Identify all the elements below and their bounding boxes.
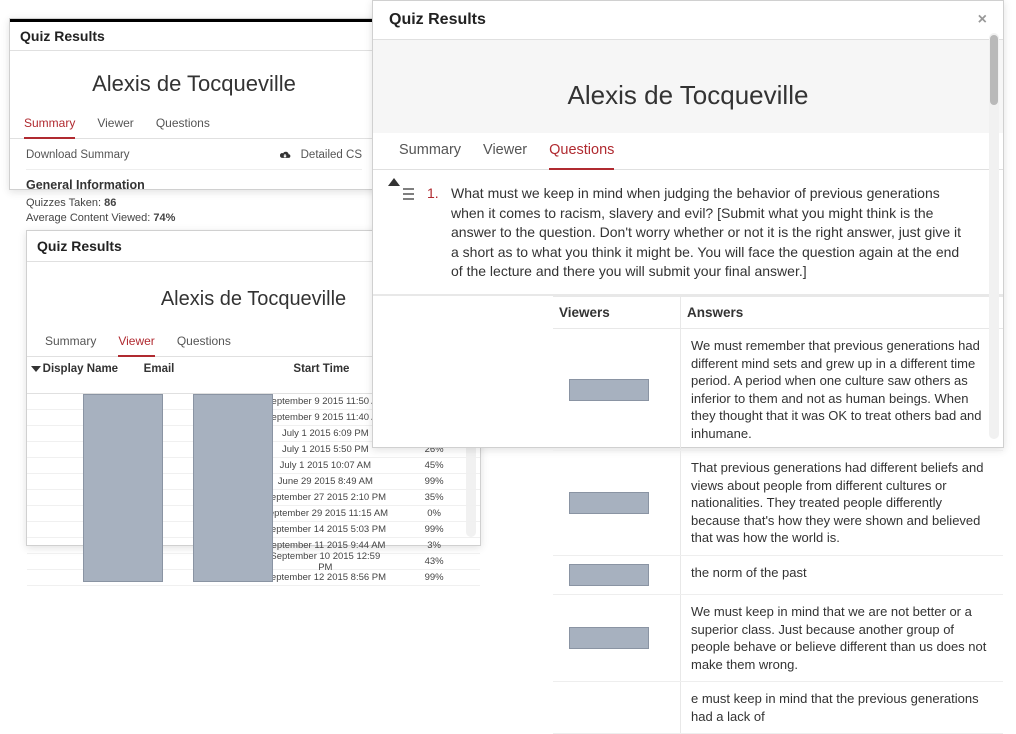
person-name: Alexis de Tocqueville bbox=[10, 51, 378, 109]
cell-start-time: July 1 2015 5:50 PM bbox=[262, 444, 388, 455]
cell-start-time: September 9 2015 11:50 AM bbox=[262, 396, 388, 407]
tab-questions[interactable]: Questions bbox=[549, 134, 614, 170]
tab-viewer[interactable]: Viewer bbox=[118, 328, 154, 357]
tab-questions[interactable]: Questions bbox=[156, 110, 210, 139]
quizzes-taken-value: 86 bbox=[104, 197, 116, 209]
col-header-email[interactable]: Email bbox=[144, 363, 261, 387]
person-name: Alexis de Tocqueville bbox=[373, 40, 1003, 133]
redacted-viewer-tag bbox=[569, 627, 649, 649]
question-text: What must we keep in mind when judging t… bbox=[451, 184, 967, 282]
close-icon[interactable]: × bbox=[978, 11, 987, 29]
panel-title: Quiz Results bbox=[20, 28, 105, 44]
quiz-results-questions-panel: Quiz Results × Alexis de Tocqueville Sum… bbox=[372, 0, 1004, 448]
avg-content-value: 74% bbox=[153, 212, 175, 224]
cell-start-time: September 14 2015 5:03 PM bbox=[262, 524, 388, 535]
question-number: 1. bbox=[427, 184, 441, 204]
cell-start-time: June 29 2015 8:49 AM bbox=[262, 476, 388, 487]
redacted-viewer-tag bbox=[569, 564, 649, 586]
answer-text: e must keep in mind that the previous ge… bbox=[681, 682, 1003, 733]
col-header-viewers: Viewers bbox=[553, 296, 681, 329]
download-summary-link[interactable]: Download Summary bbox=[26, 149, 130, 161]
cell-start-time: September 11 2015 9:44 AM bbox=[262, 540, 388, 551]
viewer-cell bbox=[553, 329, 681, 450]
cell-start-time: September 12 2015 8:56 PM bbox=[262, 572, 388, 583]
avg-content-label: Average Content Viewed: bbox=[26, 212, 150, 224]
sort-arrow-icon[interactable] bbox=[31, 363, 43, 387]
answer-row: We must keep in mind that we are not bet… bbox=[553, 595, 1003, 682]
redacted-email-bar bbox=[193, 394, 273, 582]
answer-row: We must remember that previous generatio… bbox=[553, 329, 1003, 451]
answers-header-area: Viewers Answers bbox=[373, 295, 1003, 329]
viewer-cell bbox=[553, 451, 681, 555]
tab-summary[interactable]: Summary bbox=[45, 328, 96, 357]
list-icon bbox=[399, 184, 417, 206]
answer-row: That previous generations had different … bbox=[553, 451, 1003, 556]
tab-summary[interactable]: Summary bbox=[24, 110, 75, 139]
tab-summary[interactable]: Summary bbox=[399, 134, 461, 170]
redacted-display-name-bar bbox=[83, 394, 163, 582]
scrollbar[interactable] bbox=[989, 33, 999, 439]
redacted-viewer-tag bbox=[569, 379, 649, 401]
tab-bar: Summary Viewer Questions bbox=[10, 109, 378, 139]
cell-start-time: September 27 2015 2:10 PM bbox=[262, 492, 388, 503]
quiz-results-summary-panel: Quiz Results Alexis de Tocqueville Summa… bbox=[9, 18, 379, 190]
col-header-start-time[interactable]: Start Time bbox=[260, 363, 382, 387]
tab-viewer[interactable]: Viewer bbox=[97, 110, 133, 139]
viewer-cell bbox=[553, 682, 681, 733]
col-header-display-name[interactable]: Display Name bbox=[43, 363, 144, 387]
cell-start-time: September 29 2015 11:15 AM bbox=[262, 508, 388, 519]
answer-row: e must keep in mind that the previous ge… bbox=[553, 682, 1003, 734]
panel-title-bar: Quiz Results × bbox=[373, 1, 1003, 40]
general-info-heading: General Information bbox=[26, 178, 362, 192]
answers-rows: We must remember that previous generatio… bbox=[373, 329, 1003, 734]
answer-text: We must keep in mind that we are not bet… bbox=[681, 595, 1003, 681]
answer-text: We must remember that previous generatio… bbox=[681, 329, 1003, 450]
cell-start-time: July 1 2015 6:09 PM bbox=[262, 428, 388, 439]
detailed-csv-link[interactable]: Detailed CS bbox=[277, 149, 362, 161]
panel-title: Quiz Results bbox=[389, 11, 486, 29]
tab-viewer[interactable]: Viewer bbox=[483, 134, 527, 170]
scrollbar-thumb[interactable] bbox=[990, 35, 998, 105]
general-information: General Information Quizzes Taken: 86 Av… bbox=[26, 170, 362, 227]
col-header-answers: Answers bbox=[681, 296, 1003, 329]
tab-bar: Summary Viewer Questions bbox=[373, 133, 1003, 170]
viewer-cell bbox=[553, 595, 681, 681]
collapse-arrow-icon[interactable] bbox=[388, 178, 400, 186]
panel-title-bar: Quiz Results bbox=[10, 22, 378, 51]
answer-text: That previous generations had different … bbox=[681, 451, 1003, 555]
panel-title: Quiz Results bbox=[37, 238, 122, 254]
tab-questions[interactable]: Questions bbox=[177, 328, 231, 357]
redacted-viewer-tag bbox=[569, 492, 649, 514]
cell-start-time: July 1 2015 10:07 AM bbox=[262, 460, 388, 471]
question-block: 1. What must we keep in mind when judgin… bbox=[373, 170, 1003, 295]
cloud-download-icon bbox=[277, 150, 293, 160]
cell-start-time: September 9 2015 11:40 AM bbox=[262, 412, 388, 423]
quizzes-taken-label: Quizzes Taken: bbox=[26, 197, 101, 209]
download-row: Download Summary Detailed CS bbox=[26, 143, 362, 170]
